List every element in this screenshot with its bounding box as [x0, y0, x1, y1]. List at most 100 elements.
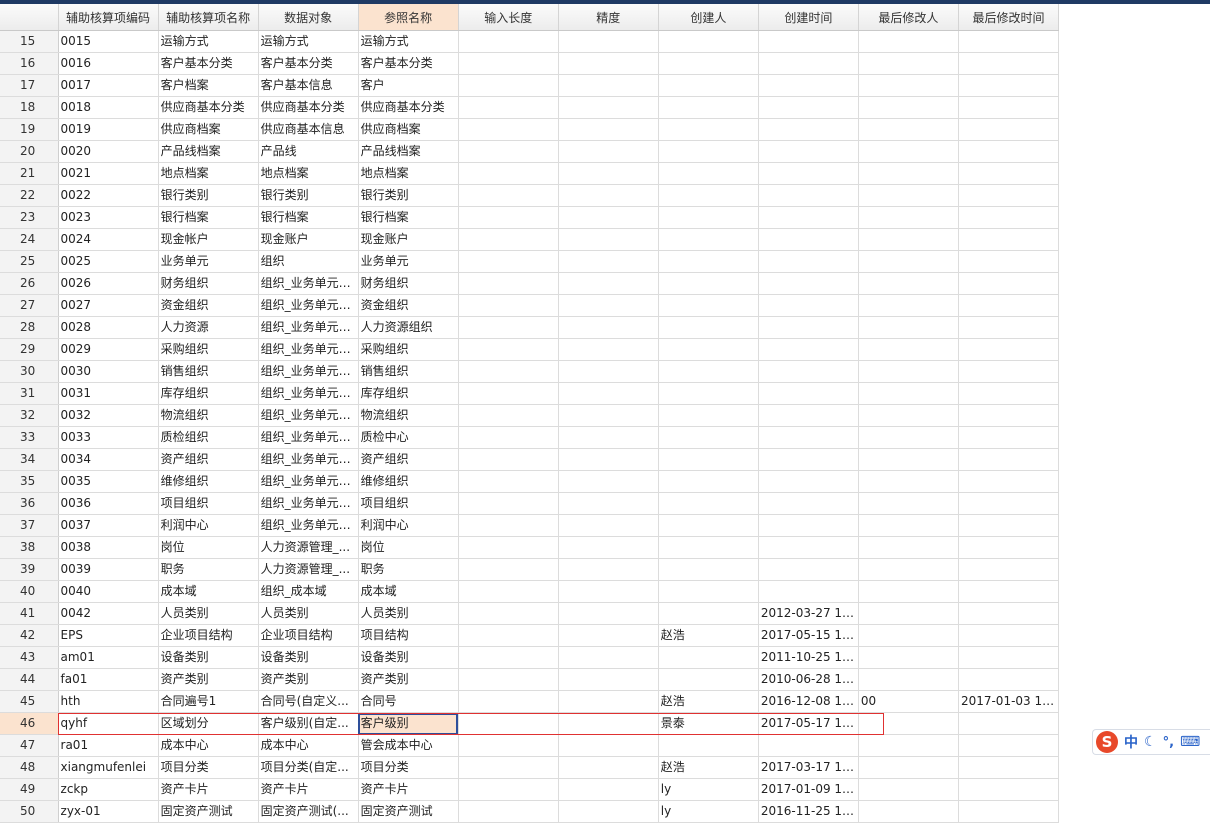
table-cell[interactable]: 成本域 [358, 580, 459, 603]
table-cell[interactable]: fa01 [58, 668, 159, 691]
table-cell[interactable]: 银行类别 [358, 184, 459, 207]
row-number[interactable]: 19 [0, 118, 59, 141]
table-cell[interactable] [458, 382, 559, 405]
table-cell[interactable] [958, 360, 1060, 383]
table-row[interactable]: 50 zyx-01 固定资产测试 固定资产测试(... 固定资产测试 ly 2016-11-… [0, 800, 1060, 823]
table-cell[interactable]: 人员类别 [358, 602, 459, 625]
row-number[interactable]: 43 [0, 646, 59, 669]
table-cell[interactable] [658, 74, 759, 97]
table-row[interactable]: 22 0022 银行类别 银行类别 银行类别 [0, 184, 1060, 207]
table-cell[interactable] [558, 602, 659, 625]
table-cell[interactable]: 职务 [358, 558, 459, 581]
table-cell[interactable]: EPS [58, 624, 159, 647]
table-cell[interactable] [758, 272, 859, 295]
table-cell[interactable] [858, 30, 959, 53]
table-cell[interactable] [958, 96, 1060, 119]
table-cell[interactable]: 供应商档案 [158, 118, 259, 141]
table-cell[interactable]: 固定资产测试 [158, 800, 259, 823]
table-cell[interactable] [958, 338, 1060, 361]
table-cell[interactable]: 运输方式 [258, 30, 359, 53]
table-cell[interactable]: qyhf [58, 712, 159, 735]
table-cell[interactable] [558, 228, 659, 251]
table-cell[interactable] [858, 74, 959, 97]
table-cell[interactable] [658, 338, 759, 361]
table-row[interactable]: 26 0026 财务组织 组织_业务单元_... 财务组织 [0, 272, 1060, 295]
table-cell[interactable] [758, 96, 859, 119]
table-cell[interactable] [458, 338, 559, 361]
table-cell[interactable] [458, 272, 559, 295]
table-cell[interactable]: 供应商基本分类 [258, 96, 359, 119]
table-cell[interactable] [658, 602, 759, 625]
table-cell[interactable]: 0030 [58, 360, 159, 383]
table-cell[interactable] [958, 316, 1060, 339]
table-cell[interactable] [858, 162, 959, 185]
table-cell[interactable]: 0019 [58, 118, 159, 141]
table-cell[interactable] [558, 536, 659, 559]
table-cell[interactable] [758, 492, 859, 515]
table-cell[interactable] [858, 184, 959, 207]
row-number[interactable]: 46 [0, 712, 59, 735]
table-cell[interactable] [958, 74, 1060, 97]
table-cell[interactable]: 0037 [58, 514, 159, 537]
table-cell[interactable]: 资金组织 [158, 294, 259, 317]
table-cell[interactable] [758, 382, 859, 405]
column-header[interactable]: 数据对象 [258, 4, 359, 31]
row-number[interactable]: 48 [0, 756, 59, 779]
table-cell[interactable]: 银行类别 [158, 184, 259, 207]
table-cell[interactable]: 0016 [58, 52, 159, 75]
table-cell[interactable]: 物流组织 [158, 404, 259, 427]
table-cell[interactable]: 组织_业务单元_... [258, 360, 359, 383]
table-cell[interactable] [858, 602, 959, 625]
table-cell[interactable]: xiangmufenlei [58, 756, 159, 779]
table-cell[interactable]: 采购组织 [358, 338, 459, 361]
table-cell[interactable] [958, 294, 1060, 317]
table-cell[interactable] [858, 514, 959, 537]
crescent-moon-icon[interactable]: ☾ [1144, 734, 1157, 750]
table-cell[interactable]: 0040 [58, 580, 159, 603]
table-cell[interactable] [558, 756, 659, 779]
table-cell[interactable]: zyx-01 [58, 800, 159, 823]
row-number[interactable]: 47 [0, 734, 59, 757]
table-cell[interactable]: 0023 [58, 206, 159, 229]
table-cell[interactable] [858, 756, 959, 779]
table-cell[interactable]: 组织_业务单元_... [258, 294, 359, 317]
table-cell[interactable]: 客户级别(自定... [258, 712, 359, 735]
table-cell[interactable] [558, 316, 659, 339]
table-row[interactable]: 20 0020 产品线档案 产品线 产品线档案 [0, 140, 1060, 163]
table-cell[interactable]: 成本中心 [158, 734, 259, 757]
column-header[interactable]: 最后修改人 [858, 4, 959, 31]
table-cell[interactable] [758, 558, 859, 581]
table-cell[interactable] [658, 382, 759, 405]
table-cell[interactable] [858, 272, 959, 295]
table-cell[interactable]: 2016-11-25 13:... [758, 800, 859, 823]
table-cell[interactable] [958, 646, 1060, 669]
table-cell[interactable]: 组织_业务单元_... [258, 492, 359, 515]
table-cell[interactable] [558, 140, 659, 163]
table-cell[interactable] [858, 250, 959, 273]
table-cell[interactable] [558, 184, 659, 207]
table-cell[interactable]: 项目分类 [158, 756, 259, 779]
table-cell[interactable]: 管会成本中心 [358, 734, 459, 757]
table-cell[interactable] [558, 470, 659, 493]
table-cell[interactable]: 利润中心 [158, 514, 259, 537]
table-cell[interactable]: 库存组织 [358, 382, 459, 405]
row-number[interactable]: 37 [0, 514, 59, 537]
table-cell[interactable]: 2017-01-03 15:... [958, 690, 1060, 713]
table-cell[interactable] [658, 404, 759, 427]
table-cell[interactable]: 运输方式 [158, 30, 259, 53]
table-cell[interactable]: 0022 [58, 184, 159, 207]
table-cell[interactable] [458, 734, 559, 757]
keyboard-icon[interactable]: ⌨ [1180, 734, 1200, 750]
table-row[interactable]: 19 0019 供应商档案 供应商基本信息 供应商档案 [0, 118, 1060, 141]
table-cell[interactable] [558, 646, 659, 669]
table-cell[interactable]: 人力资源管理_... [258, 558, 359, 581]
table-cell[interactable] [558, 74, 659, 97]
table-row[interactable]: 16 0016 客户基本分类 客户基本分类 客户基本分类 [0, 52, 1060, 75]
table-cell[interactable] [758, 580, 859, 603]
table-row[interactable]: 44 fa01 资产类别 资产类别 资产类别 2010-06-28 12:... [0, 668, 1060, 691]
row-number[interactable]: 27 [0, 294, 59, 317]
table-cell[interactable]: 组织 [258, 250, 359, 273]
table-row[interactable]: 38 0038 岗位 人力资源管理_... 岗位 [0, 536, 1060, 559]
table-cell[interactable] [458, 184, 559, 207]
row-number[interactable]: 44 [0, 668, 59, 691]
